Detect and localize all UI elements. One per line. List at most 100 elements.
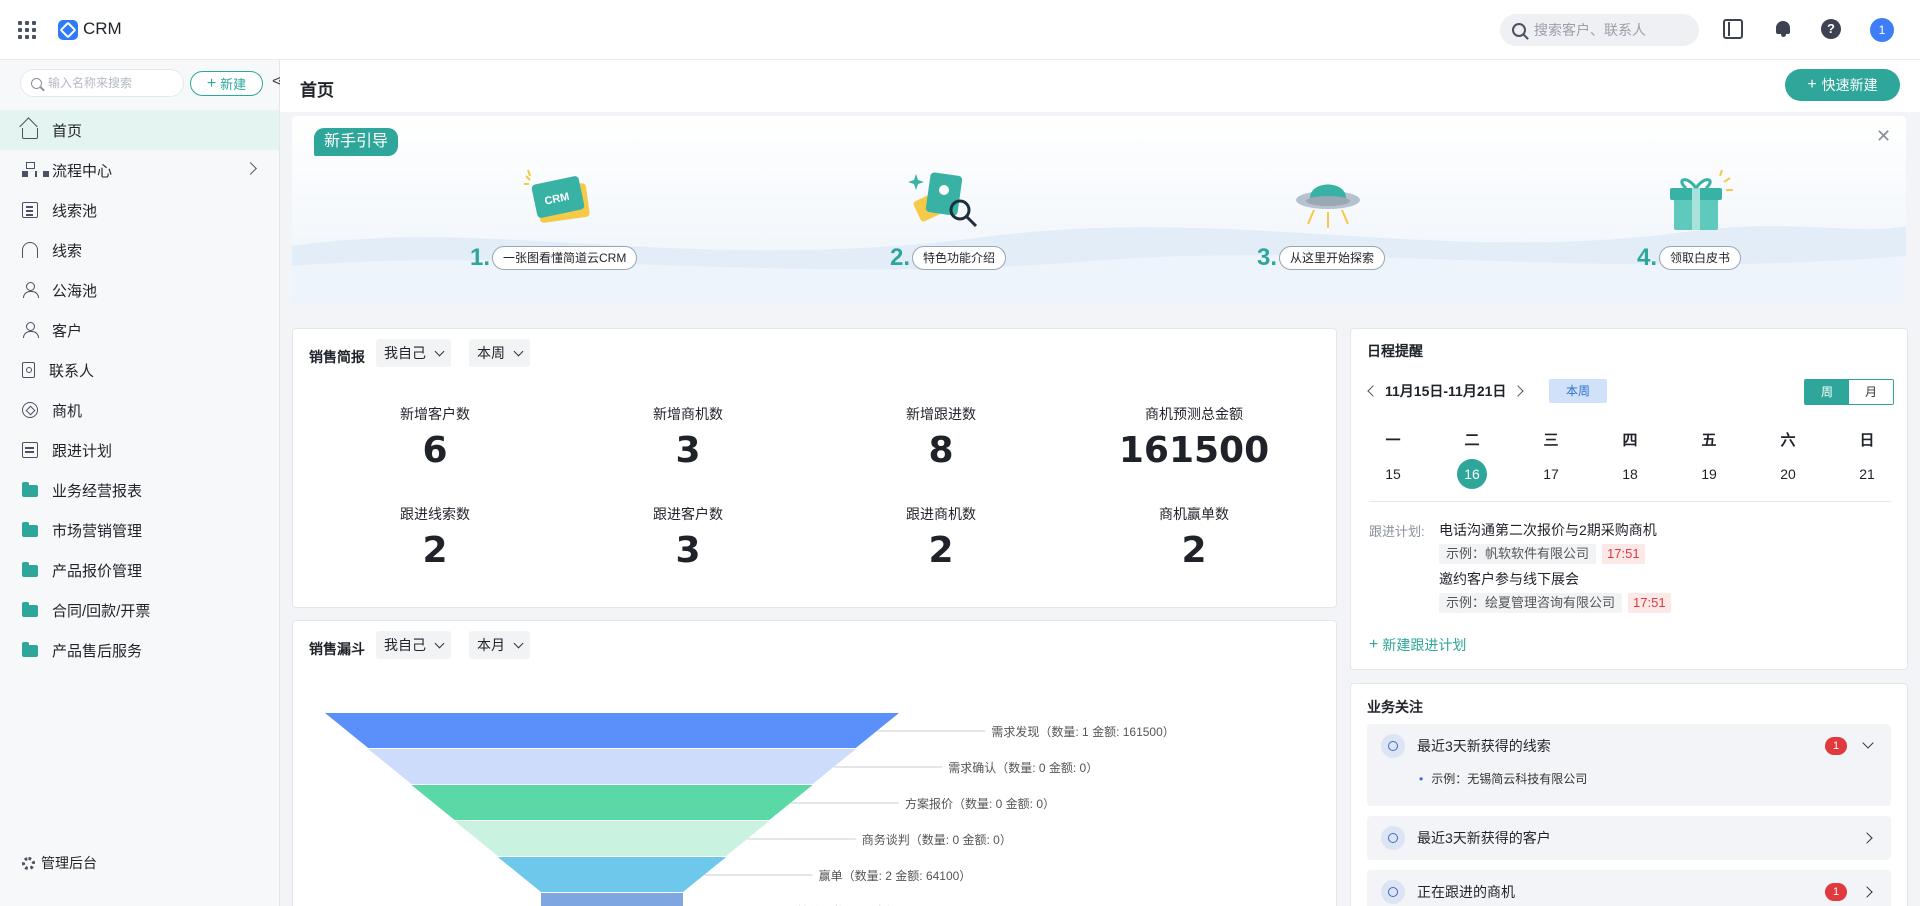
- metric-value: 3: [675, 430, 701, 471]
- focus-item-active-opportunities[interactable]: 正在跟进的商机 1: [1367, 870, 1891, 906]
- calendar-day-today[interactable]: 16: [1452, 459, 1492, 489]
- sidebar-item-leads[interactable]: 线索: [0, 230, 279, 270]
- funnel-stage-4[interactable]: [497, 857, 727, 892]
- sidebar-item-quotes[interactable]: 产品报价管理: [0, 550, 279, 590]
- divider: [1369, 501, 1891, 502]
- new-plan-button[interactable]: + 新建跟进计划: [1369, 635, 1466, 655]
- sidebar-search[interactable]: [20, 69, 184, 97]
- focus-item-new-customers[interactable]: 最近3天新获得的客户: [1367, 816, 1891, 860]
- metric-followed-leads[interactable]: 跟进线索数 2: [335, 504, 535, 571]
- sidebar-item-public-pool[interactable]: 公海池: [0, 270, 279, 310]
- funnel-stage-2[interactable]: [411, 785, 813, 820]
- lead-icon: [22, 242, 38, 258]
- chevron-right-icon[interactable]: [1861, 886, 1873, 898]
- metric-won-deals[interactable]: 商机赢单数 2: [1094, 504, 1294, 571]
- customer-icon: [22, 322, 39, 338]
- calendar-day[interactable]: 21: [1847, 466, 1887, 482]
- customer-icon: [1381, 826, 1405, 850]
- sidebar-item-label: 合同/回款/开票: [52, 602, 151, 620]
- metric-forecast-amount[interactable]: 商机预测总金额 161500: [1094, 404, 1294, 471]
- plan-title[interactable]: 邀约客户参与线下展会: [1439, 569, 1579, 589]
- weekday-label: 四: [1622, 432, 1638, 449]
- metric-new-opportunities[interactable]: 新增商机数 3: [588, 404, 788, 471]
- folder-icon: [22, 522, 38, 537]
- sidebar-search-input[interactable]: [48, 76, 178, 90]
- sidebar-item-contacts[interactable]: 联系人: [0, 350, 279, 390]
- bell-icon[interactable]: [1773, 19, 1793, 39]
- metric-followed-customers[interactable]: 跟进客户数 3: [588, 504, 788, 571]
- plan-company[interactable]: 示例：绘夏管理咨询有限公司: [1439, 593, 1623, 613]
- page-header: 首页 + 快速新建: [280, 60, 1920, 112]
- brief-period-select[interactable]: 本周: [469, 339, 530, 367]
- sidebar-item-label: 产品售后服务: [52, 642, 143, 660]
- metric-label: 新增商机数: [653, 406, 723, 422]
- close-icon[interactable]: ✕: [1876, 126, 1891, 147]
- metric-new-followups[interactable]: 新增跟进数 8: [841, 404, 1041, 471]
- sidebar-item-opportunities[interactable]: 商机: [0, 390, 279, 430]
- funnel-stage-label: 赢单（数量: 2 金额: 64100）: [818, 869, 972, 883]
- crm-logo-icon: [58, 20, 78, 40]
- sales-brief-card: 销售简报 我自己 本周 新增客户数 6 新增商机数 3 新增跟进数 8 商机预测…: [292, 328, 1337, 608]
- guide-step-3[interactable]: 3. 从这里开始探索: [1257, 244, 1386, 272]
- admin-console-link[interactable]: 管理后台: [22, 853, 97, 873]
- sidebar-item-customers[interactable]: 客户: [0, 310, 279, 350]
- funnel-stage-5[interactable]: [541, 893, 683, 906]
- view-toggle: 周 月: [1804, 379, 1894, 405]
- metric-followed-opportunities[interactable]: 跟进商机数 2: [841, 504, 1041, 571]
- guide-step-4[interactable]: 4. 领取白皮书: [1637, 244, 1742, 272]
- sidebar-item-marketing[interactable]: 市场营销管理: [0, 510, 279, 550]
- chevron-down-icon[interactable]: [1862, 737, 1874, 749]
- docs-icon[interactable]: [1723, 19, 1743, 39]
- guide-step-2[interactable]: 2. 特色功能介绍: [890, 244, 1007, 272]
- focus-sub-item[interactable]: 示例：无锡简云科技有限公司: [1419, 770, 1587, 787]
- folder-icon: [22, 482, 38, 497]
- chevron-down-icon: [434, 346, 445, 356]
- global-search-input[interactable]: [1534, 22, 1684, 38]
- chevron-left-icon[interactable]: [1367, 385, 1379, 397]
- sidebar-item-business-reports[interactable]: 业务经营报表: [0, 470, 279, 510]
- weekday-label: 五: [1701, 432, 1717, 449]
- chevron-right-icon[interactable]: [1861, 832, 1873, 844]
- plan-company[interactable]: 示例：帆软软件有限公司: [1439, 544, 1597, 564]
- funnel-stage-0[interactable]: [325, 713, 899, 748]
- schedule-title: 日程提醒: [1367, 343, 1423, 359]
- app-grid-icon[interactable]: [18, 21, 36, 39]
- guide-tag: 新手引导: [314, 128, 399, 156]
- funnel-stage-1[interactable]: [368, 749, 856, 784]
- step-label: 一张图看懂简道云CRM: [492, 246, 638, 270]
- metric-new-customers[interactable]: 新增客户数 6: [335, 404, 535, 471]
- week-view-button[interactable]: 周: [1805, 380, 1849, 404]
- sidebar-item-follow-plan[interactable]: 跟进计划: [0, 430, 279, 470]
- user-avatar[interactable]: 1: [1870, 18, 1894, 42]
- calendar-day[interactable]: 19: [1689, 466, 1729, 482]
- sales-funnel-card: 销售漏斗 我自己 本月 需求发现（数量: 1 金额: 161500） 需求确认（数…: [292, 620, 1337, 906]
- metric-value: 2: [928, 530, 954, 571]
- calendar-day[interactable]: 15: [1373, 466, 1413, 482]
- calendar-day[interactable]: 20: [1768, 466, 1808, 482]
- sidebar-new-button[interactable]: + 新建: [190, 71, 263, 96]
- quick-new-button[interactable]: + 快速新建: [1785, 69, 1900, 101]
- this-week-button[interactable]: 本周: [1549, 379, 1607, 403]
- brief-owner-select[interactable]: 我自己: [376, 339, 451, 367]
- help-icon[interactable]: ?: [1821, 19, 1841, 39]
- funnel-stage-label: 商务谈判（数量: 0 金额: 0）: [861, 833, 1012, 847]
- funnel-stage-label: 需求确认（数量: 0 金额: 0）: [948, 761, 1099, 775]
- app-title[interactable]: CRM: [83, 19, 122, 39]
- focus-item-new-leads[interactable]: 最近3天新获得的线索 1 示例：无锡简云科技有限公司: [1367, 724, 1891, 806]
- sidebar-item-label: 联系人: [49, 362, 95, 380]
- calendar-day[interactable]: 18: [1610, 466, 1650, 482]
- sidebar-item-after-sales[interactable]: 产品售后服务: [0, 630, 279, 670]
- plan-meta: 示例：帆软软件有限公司 17:51: [1439, 544, 1645, 564]
- step-number: 3.: [1257, 244, 1278, 271]
- guide-step-1[interactable]: 1. 一张图看懂简道云CRM: [470, 244, 638, 272]
- sidebar-item-flow-center[interactable]: 流程中心: [0, 150, 279, 190]
- sidebar-item-contracts[interactable]: 合同/回款/开票: [0, 590, 279, 630]
- sidebar-item-lead-pool[interactable]: 线索池: [0, 190, 279, 230]
- global-search[interactable]: [1500, 14, 1699, 46]
- plan-title[interactable]: 电话沟通第二次报价与2期采购商机: [1439, 520, 1657, 540]
- sidebar-item-home[interactable]: 首页: [0, 110, 279, 150]
- month-view-button[interactable]: 月: [1849, 380, 1893, 404]
- funnel-stage-3[interactable]: [454, 821, 770, 856]
- calendar-day[interactable]: 17: [1531, 466, 1571, 482]
- chevron-right-icon[interactable]: [1512, 385, 1525, 397]
